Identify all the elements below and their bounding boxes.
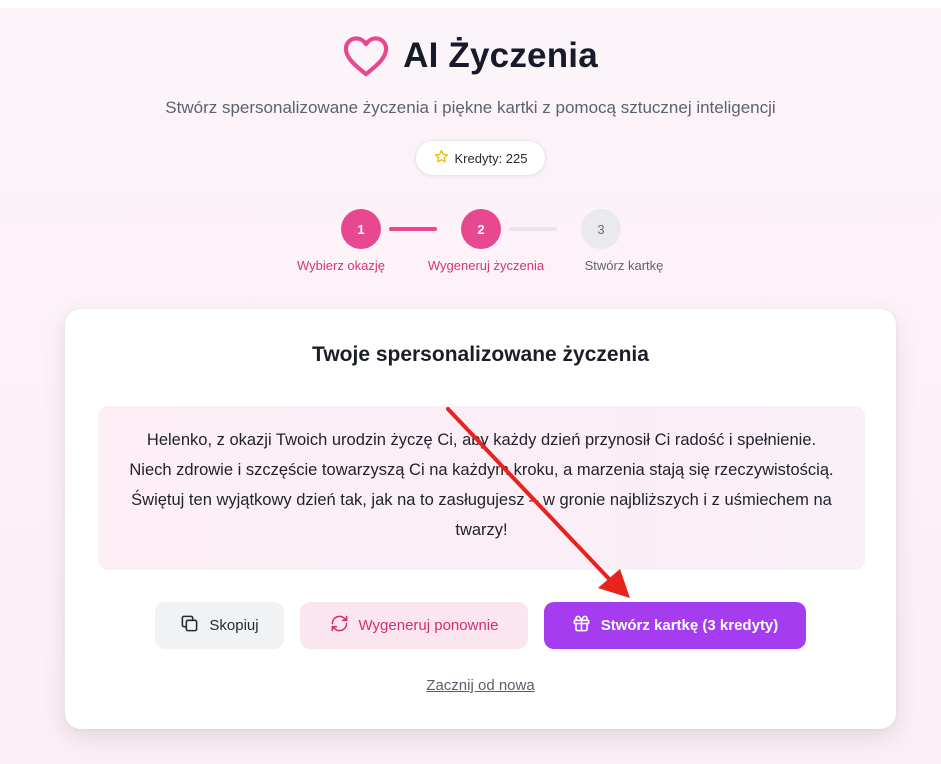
step-1-circle: 1 <box>341 209 381 249</box>
regenerate-button[interactable]: Wygeneruj ponownie <box>300 602 528 649</box>
wishes-card: Twoje spersonalizowane życzenia Helenko,… <box>65 309 896 729</box>
step-3-label: Stwórz kartkę <box>584 258 664 273</box>
step-3-circle: 3 <box>581 209 621 249</box>
star-icon <box>434 149 449 167</box>
card-title: Twoje spersonalizowane życzenia <box>312 343 649 366</box>
app-header: AI Życzenia <box>0 28 941 84</box>
step-connector-2 <box>509 227 557 231</box>
refresh-icon <box>330 614 349 637</box>
step-1-label: Wybierz okazję <box>296 258 386 273</box>
regenerate-button-label: Wygeneruj ponownie <box>358 617 499 634</box>
restart-link[interactable]: Zacznij od nowa <box>65 677 896 694</box>
wish-text[interactable]: Helenko, z okazji Twoich urodzin życzę C… <box>128 425 835 545</box>
step-2-circle: 2 <box>461 209 501 249</box>
create-card-button-label: Stwórz kartkę (3 kredyty) <box>600 617 779 634</box>
create-card-button[interactable]: Stwórz kartkę (3 kredyty) <box>544 602 806 649</box>
heart-icon <box>343 35 389 77</box>
copy-button[interactable]: Skopiuj <box>155 602 284 649</box>
wish-box: Helenko, z okazji Twoich urodzin życzę C… <box>98 406 865 570</box>
copy-button-label: Skopiuj <box>209 617 259 634</box>
credits-badge: Kredyty: 225 <box>415 140 546 176</box>
copy-icon <box>180 614 199 637</box>
title-row: AI Życzenia <box>0 28 941 84</box>
step-2-label: Wygeneruj życzenia <box>427 258 545 273</box>
step-connector-1 <box>389 227 437 231</box>
app-subtitle: Stwórz spersonalizowane życzenia i piękn… <box>165 98 776 117</box>
gift-icon <box>572 614 591 637</box>
top-strip <box>0 0 941 8</box>
credits-text: Kredyty: 225 <box>454 150 528 166</box>
app-title: AI Życzenia <box>403 36 598 75</box>
